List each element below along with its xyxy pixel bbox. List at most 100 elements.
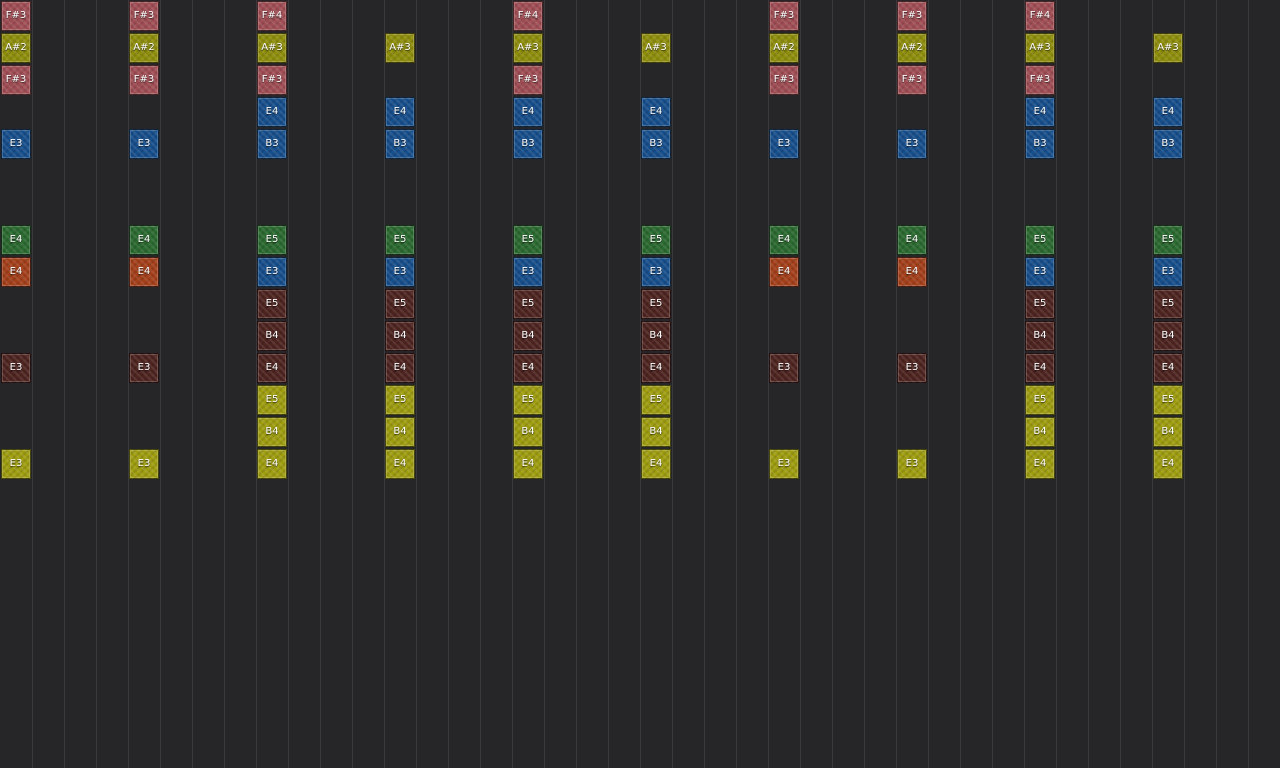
note-block[interactable]: B4 [1025,417,1055,447]
note-block[interactable]: E5 [385,289,415,319]
note-block[interactable]: E3 [769,353,799,383]
note-block[interactable]: A#3 [513,33,543,63]
note-block[interactable]: A#2 [129,33,159,63]
note-block[interactable]: B3 [513,129,543,159]
note-block[interactable]: E3 [1,449,31,479]
note-block[interactable]: E4 [1025,353,1055,383]
note-block[interactable]: E5 [641,385,671,415]
note-block[interactable]: E5 [1025,225,1055,255]
note-block[interactable]: E4 [1153,449,1183,479]
note-block[interactable]: E3 [897,129,927,159]
note-block[interactable]: E3 [1,129,31,159]
note-block[interactable]: E4 [257,97,287,127]
note-block[interactable]: E4 [641,97,671,127]
note-block[interactable]: E4 [769,257,799,287]
note-block[interactable]: E5 [385,225,415,255]
note-block[interactable]: E3 [1025,257,1055,287]
note-block[interactable]: F#3 [129,1,159,31]
note-block[interactable]: B4 [1153,417,1183,447]
note-block[interactable]: A#3 [1025,33,1055,63]
note-block[interactable]: E4 [257,449,287,479]
note-block[interactable]: B3 [1153,129,1183,159]
note-block[interactable]: E4 [1,225,31,255]
note-block[interactable]: E4 [129,225,159,255]
note-block[interactable]: F#3 [897,1,927,31]
note-block[interactable]: B4 [257,417,287,447]
note-block[interactable]: B3 [641,129,671,159]
note-block[interactable]: F#3 [513,65,543,95]
note-block[interactable]: F#3 [1025,65,1055,95]
note-block[interactable]: F#4 [513,1,543,31]
note-block[interactable]: E5 [513,385,543,415]
note-block[interactable]: E5 [257,225,287,255]
note-block[interactable]: E4 [897,225,927,255]
note-block[interactable]: E5 [1153,289,1183,319]
note-block[interactable]: B3 [1025,129,1055,159]
note-block[interactable]: E4 [1025,449,1055,479]
note-block[interactable]: E5 [513,289,543,319]
note-block[interactable]: F#4 [1025,1,1055,31]
note-block[interactable]: E5 [513,225,543,255]
note-block[interactable]: B3 [257,129,287,159]
note-block[interactable]: E3 [257,257,287,287]
note-block[interactable]: E4 [641,449,671,479]
note-block[interactable]: B4 [1025,321,1055,351]
note-block[interactable]: B4 [1153,321,1183,351]
note-block[interactable]: E4 [1025,97,1055,127]
note-block[interactable]: E4 [513,97,543,127]
note-block[interactable]: E4 [1153,353,1183,383]
note-block[interactable]: E5 [1153,225,1183,255]
note-block[interactable]: E5 [641,289,671,319]
note-block[interactable]: E5 [641,225,671,255]
note-block[interactable]: A#3 [385,33,415,63]
note-block[interactable]: E3 [129,449,159,479]
sequencer-grid[interactable]: F#3 A#2 F#3 E3 E4 E4 E3 E3 F#3 A#2 F#3 E3 E4 E4 E3 E3 F#… [0,0,1280,768]
note-block[interactable]: F#3 [897,65,927,95]
note-block[interactable]: E4 [385,97,415,127]
note-block[interactable]: E5 [385,385,415,415]
note-block[interactable]: F#3 [1,65,31,95]
note-block[interactable]: F#3 [1,1,31,31]
note-block[interactable]: A#3 [257,33,287,63]
note-block[interactable]: E4 [385,449,415,479]
note-block[interactable]: E3 [513,257,543,287]
note-block[interactable]: E4 [897,257,927,287]
note-block[interactable]: E3 [129,129,159,159]
note-block[interactable]: E3 [641,257,671,287]
note-block[interactable]: E3 [897,449,927,479]
note-block[interactable]: E5 [1025,289,1055,319]
note-block[interactable]: E3 [769,449,799,479]
note-block[interactable]: E3 [897,353,927,383]
note-block[interactable]: E5 [1025,385,1055,415]
note-block[interactable]: A#2 [769,33,799,63]
note-block[interactable]: B4 [257,321,287,351]
note-block[interactable]: E3 [1153,257,1183,287]
note-block[interactable]: E3 [129,353,159,383]
note-block[interactable]: E4 [769,225,799,255]
note-block[interactable]: E5 [257,289,287,319]
note-block[interactable]: B4 [641,417,671,447]
note-block[interactable]: A#2 [1,33,31,63]
note-block[interactable]: E4 [513,353,543,383]
note-block[interactable]: B4 [385,321,415,351]
note-block[interactable]: B3 [385,129,415,159]
note-block[interactable]: F#3 [769,1,799,31]
note-block[interactable]: E4 [129,257,159,287]
note-block[interactable]: E4 [1,257,31,287]
note-block[interactable]: E4 [1153,97,1183,127]
note-block[interactable]: E5 [1153,385,1183,415]
note-block[interactable]: E4 [257,353,287,383]
note-block[interactable]: A#2 [897,33,927,63]
note-block[interactable]: B4 [513,417,543,447]
note-block[interactable]: E3 [385,257,415,287]
note-block[interactable]: E5 [257,385,287,415]
note-block[interactable]: F#3 [257,65,287,95]
note-block[interactable]: E4 [385,353,415,383]
note-block[interactable]: F#4 [257,1,287,31]
note-block[interactable]: B4 [513,321,543,351]
note-block[interactable]: E3 [1,353,31,383]
note-block[interactable]: A#3 [1153,33,1183,63]
note-block[interactable]: F#3 [769,65,799,95]
note-block[interactable]: E3 [769,129,799,159]
note-block[interactable]: B4 [641,321,671,351]
